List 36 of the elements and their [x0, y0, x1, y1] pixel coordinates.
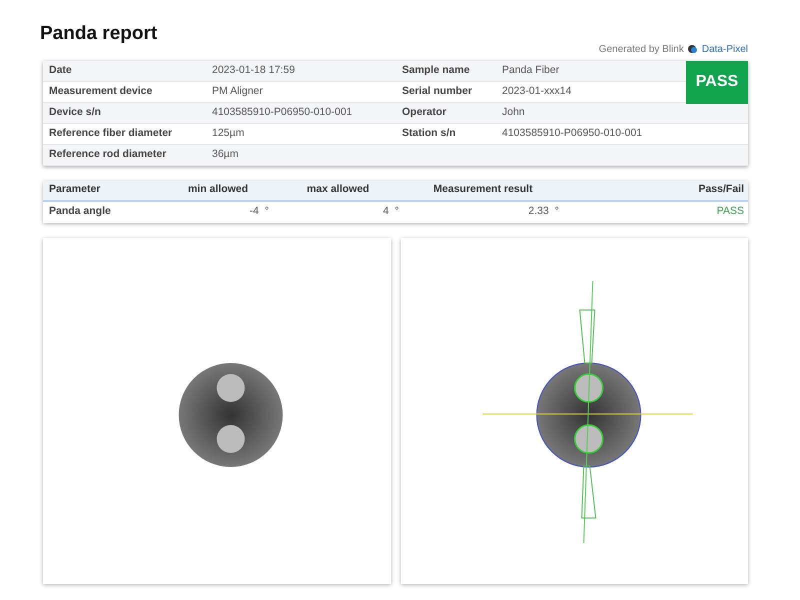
field-value: Panda Fiber: [502, 62, 560, 78]
field-label: Reference rod diameter: [49, 146, 168, 162]
logo-icon: [688, 44, 698, 54]
field-value: 4103585910-P06950-010-001: [502, 126, 644, 141]
column-header: min allowed: [186, 182, 250, 198]
report-title: Panda report: [40, 22, 158, 46]
field-value: 2023-01-xxx14: [502, 84, 572, 99]
result-badge: PASS: [686, 60, 748, 104]
brand-link[interactable]: Data-Pixel: [702, 42, 748, 56]
table-cell-text: Panda angle: [48, 204, 112, 220]
unit-text: °: [554, 204, 559, 220]
field-label: Date: [49, 62, 73, 78]
column-header: Measurement result: [432, 182, 534, 198]
unit-text: °: [264, 204, 269, 220]
field-value: 4103585910-P06950-010-001: [212, 104, 354, 120]
pass-fail-text: PASS: [716, 204, 745, 220]
table-cell-text: 4: [382, 204, 389, 220]
table-cell-text: -4: [249, 204, 259, 220]
field-value: 36µm: [212, 146, 240, 162]
column-header: max allowed: [306, 182, 370, 198]
column-header: Parameter: [48, 182, 102, 198]
table-cell-text: 2.33: [528, 204, 549, 220]
unit-text: °: [394, 204, 399, 220]
field-label: Station s/n: [402, 126, 457, 141]
field-label: Serial number: [402, 84, 474, 99]
field-value: 2023-01-18 17:59: [212, 62, 296, 78]
field-value: PM Aligner: [212, 84, 264, 99]
field-value: 125µm: [212, 126, 246, 141]
generated-by-text: Generated by Blink: [598, 42, 684, 56]
column-header: Pass/Fail: [697, 182, 745, 198]
field-label: Device s/n: [49, 104, 102, 120]
field-value: John: [502, 104, 526, 120]
field-label: Measurement device: [49, 84, 154, 99]
field-label: Reference fiber diameter: [49, 126, 174, 141]
field-label: Operator: [402, 104, 448, 120]
field-label: Sample name: [402, 62, 471, 78]
